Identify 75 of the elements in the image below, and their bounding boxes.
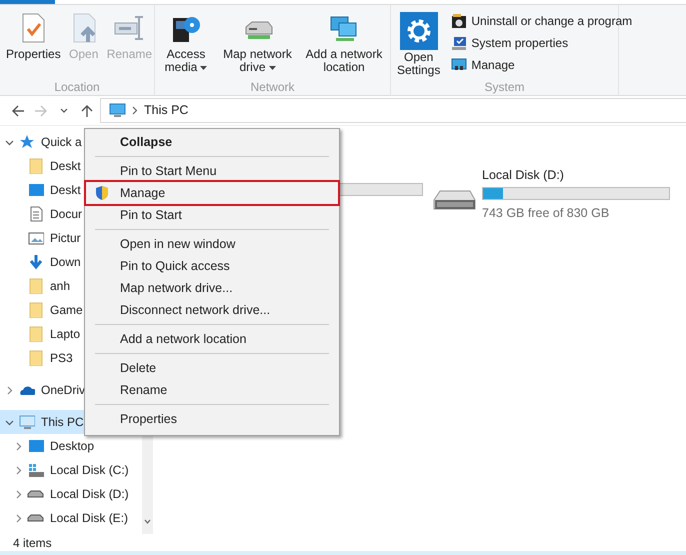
menu-item[interactable]: Collapse xyxy=(86,131,338,153)
picture-icon xyxy=(28,230,44,246)
tree-label: Game xyxy=(50,302,83,319)
group-label: Network xyxy=(249,79,296,96)
ribbon-button[interactable]: Access media xyxy=(159,10,213,76)
tree-label: Quick a xyxy=(41,134,82,151)
star-icon xyxy=(18,134,34,150)
folder-icon xyxy=(28,326,44,342)
forward-icon xyxy=(34,104,48,118)
menu-item[interactable]: Add a network location xyxy=(86,328,338,350)
ribbon-button[interactable]: Properties xyxy=(4,10,63,63)
menu-item[interactable]: Manage xyxy=(86,182,338,204)
tree-label: Local Disk (E:) xyxy=(50,510,128,527)
chevron-down-icon xyxy=(60,108,68,113)
document-icon xyxy=(28,206,44,222)
menu-item[interactable]: Rename xyxy=(86,379,338,401)
folder-icon xyxy=(28,350,44,366)
breadcrumb[interactable]: This PC xyxy=(144,101,188,120)
tree-label: Deskt xyxy=(50,182,81,199)
computer-icon xyxy=(18,414,34,430)
back-icon xyxy=(10,104,24,118)
shield-icon xyxy=(94,185,110,201)
drive-icon xyxy=(27,514,44,522)
tree-label: Local Disk (C:) xyxy=(50,462,129,479)
computer-icon xyxy=(109,103,126,118)
ribbon-button[interactable]: Manage xyxy=(449,54,634,76)
desktop-icon xyxy=(28,182,44,198)
tree-label: Desktop xyxy=(50,438,94,455)
tree-item[interactable]: Local Disk (C:) xyxy=(0,458,141,482)
computer-manage-icon xyxy=(451,57,468,73)
download-icon xyxy=(28,254,44,270)
menu-item[interactable]: Open in new window xyxy=(86,233,338,255)
tree-item[interactable]: Local Disk (E:) xyxy=(0,506,141,530)
ribbon-button[interactable]: System properties xyxy=(449,32,634,54)
tree-label: Lapto xyxy=(50,326,80,343)
drive-icon xyxy=(28,462,44,478)
tree-item[interactable]: Desktop xyxy=(0,434,141,458)
menu-item[interactable]: Pin to Start Menu xyxy=(86,160,338,182)
tree-item[interactable]: Local Disk (D:) xyxy=(0,482,141,506)
menu-item[interactable]: Pin to Start xyxy=(86,204,338,226)
drive-icon xyxy=(27,490,44,498)
free-space-text: 743 GB free of 830 GB xyxy=(482,204,610,222)
ribbon-button[interactable]: Open Settings xyxy=(395,10,442,79)
group-label: System xyxy=(483,79,526,96)
tree-label: This PC xyxy=(41,414,84,431)
tree-label: Down xyxy=(50,254,81,271)
ribbon-button[interactable]: Uninstall or change a program xyxy=(449,10,634,32)
tree-label: anh xyxy=(50,278,70,295)
tree-label: Local Disk (D:) xyxy=(50,486,129,503)
desktop-icon xyxy=(28,438,44,454)
tree-label: Pictur xyxy=(50,230,81,247)
folder-icon xyxy=(28,158,44,174)
chevron-right-icon xyxy=(132,106,138,115)
address-bar[interactable]: This PC xyxy=(100,98,686,123)
tree-label: OneDriv xyxy=(41,382,86,399)
menu-item[interactable]: Delete xyxy=(86,357,338,379)
up-icon xyxy=(80,104,94,118)
tree-label: Deskt xyxy=(50,158,81,175)
program-box-icon xyxy=(451,13,468,29)
ribbon-button[interactable]: Add a network location xyxy=(302,10,386,76)
drive-icon xyxy=(432,188,476,210)
menu-item[interactable]: Pin to Quick access xyxy=(86,255,338,277)
folder-icon xyxy=(28,302,44,318)
monitor-check-icon xyxy=(451,35,468,51)
tree-label: PS3 xyxy=(50,350,73,367)
status-text: 4 items xyxy=(12,535,53,550)
menu-item[interactable]: Map network drive... xyxy=(86,277,338,299)
folder-icon xyxy=(28,278,44,294)
menu-item[interactable]: Disconnect network drive... xyxy=(86,299,338,321)
settings-icon xyxy=(400,12,438,50)
group-label: Location xyxy=(53,79,101,96)
drive-name: Local Disk (D:) xyxy=(482,167,565,184)
ribbon-button[interactable]: Map network drive xyxy=(216,10,299,76)
scroll-down-icon xyxy=(144,519,151,524)
tree-label: Docur xyxy=(50,206,82,223)
